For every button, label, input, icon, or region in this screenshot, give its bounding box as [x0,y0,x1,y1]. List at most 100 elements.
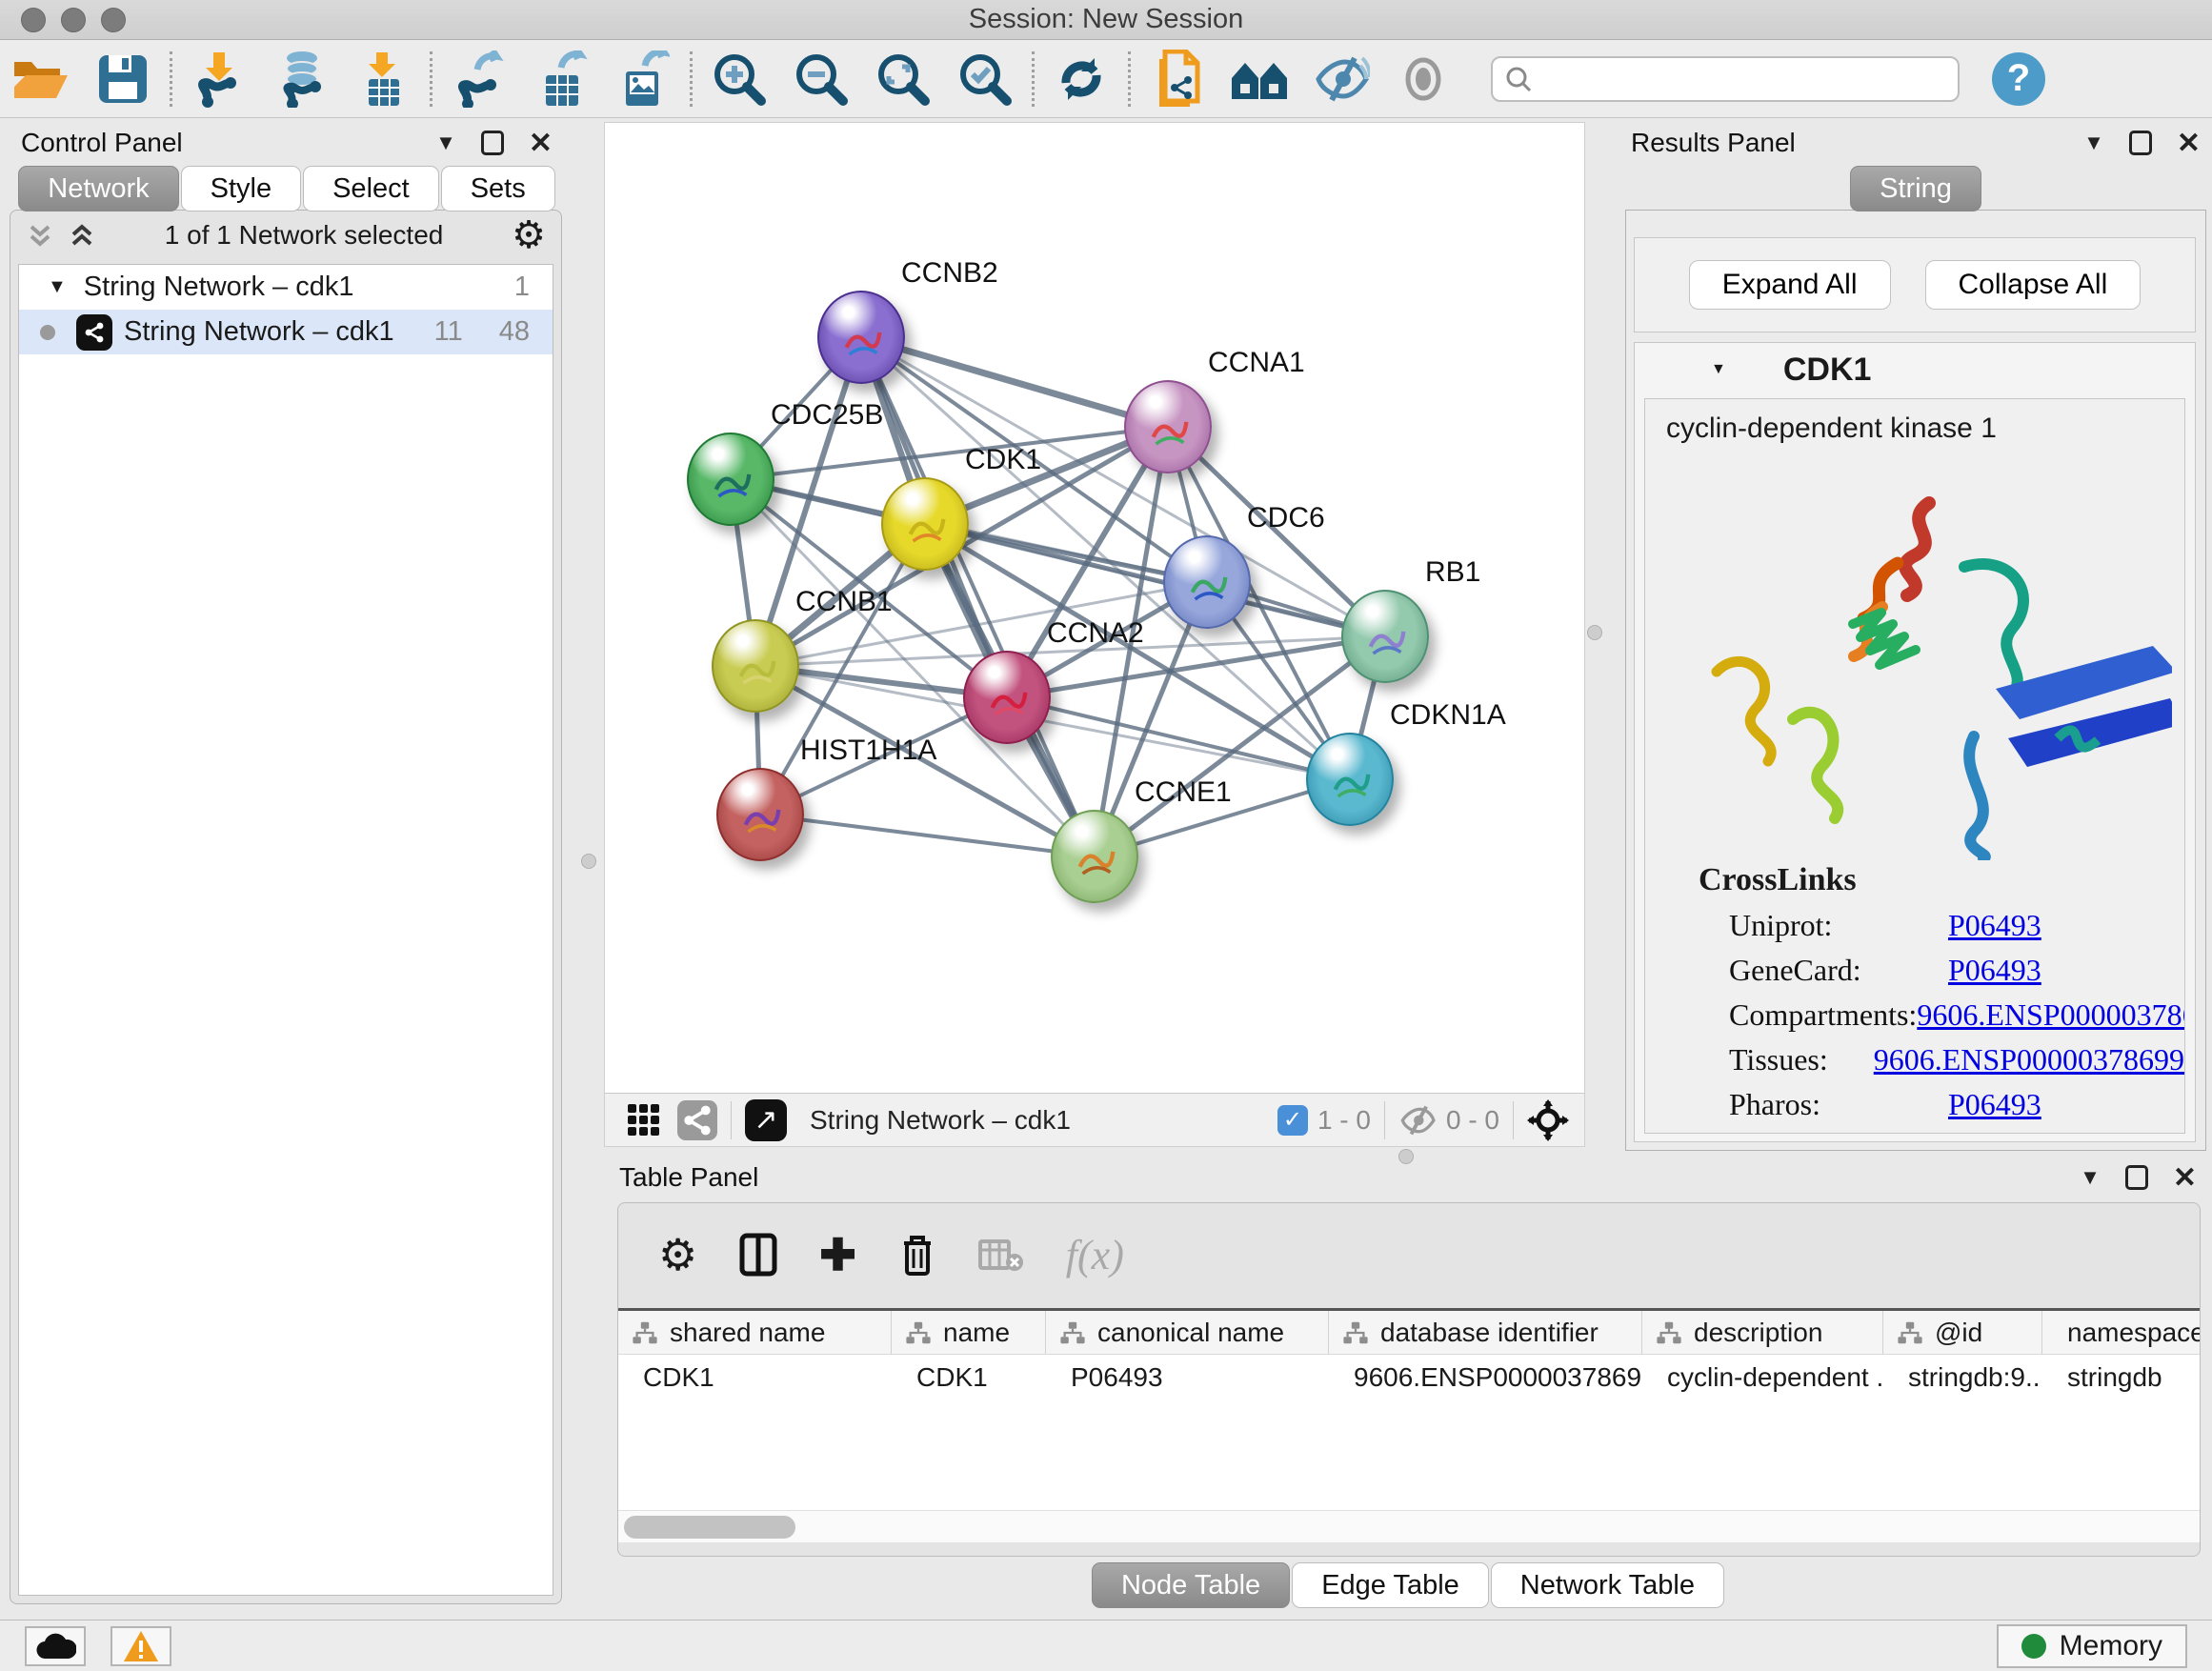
pan-crosshair-icon[interactable] [1527,1099,1569,1141]
column-header-@id[interactable]: @id [1883,1311,2042,1354]
table-panel-close-icon[interactable]: ✕ [2173,1161,2197,1195]
tab-edge-table[interactable]: Edge Table [1292,1562,1489,1608]
network-node-cdk1[interactable] [881,477,969,571]
network-node-ccnb2[interactable] [817,291,905,384]
crosslink-link[interactable]: 9606.ENSP00000378699 [1874,1042,2184,1077]
crosslink-link[interactable]: P06493 [1948,1087,2041,1122]
table-cell[interactable]: stringdb:9... [1883,1355,2042,1400]
network-node-cdkn1a[interactable] [1306,733,1394,826]
show-all-button[interactable] [1382,46,1464,112]
memory-button[interactable]: Memory [1997,1624,2187,1668]
tab-select[interactable]: Select [303,166,439,211]
table-cell[interactable]: P06493 [1046,1355,1329,1400]
network-node-hist1h1a[interactable] [716,768,804,861]
results-panel-close-icon[interactable]: ✕ [2177,127,2201,160]
horizontal-splitter-handle[interactable] [1398,1149,1414,1164]
left-splitter-handle[interactable] [581,854,596,869]
column-header-shared-name[interactable]: shared name [618,1311,892,1354]
column-header-description[interactable]: description [1642,1311,1883,1354]
network-canvas[interactable]: CCNB2CCNA1CDC25BCDK1CDC6RB1CCNB1CCNA2CDK… [605,123,1584,1093]
expand-all-networks-icon[interactable] [68,221,96,250]
zoom-selected-button[interactable] [944,46,1026,112]
results-panel-float-icon[interactable] [2129,131,2152,155]
table-options-gear-icon[interactable]: ⚙ [658,1229,697,1280]
export-network-button[interactable] [438,46,520,112]
network-node-ccne1[interactable] [1051,810,1138,903]
string-home-button[interactable] [1218,46,1300,112]
network-node-cdc6[interactable] [1163,535,1251,629]
show-columns-icon[interactable] [739,1233,777,1277]
search-input[interactable] [1533,64,1946,93]
network-row-selected[interactable]: String Network – cdk1 11 48 [19,310,553,354]
import-database-button[interactable] [260,46,342,112]
column-header-name[interactable]: name [892,1311,1046,1354]
export-image-button[interactable] [602,46,684,112]
column-header-canonical-name[interactable]: canonical name [1046,1311,1329,1354]
network-node-rb1[interactable] [1341,590,1429,683]
crosslink-link[interactable]: P06493 [1948,908,2041,943]
control-panel-close-icon[interactable]: ✕ [529,127,553,160]
table-panel-float-icon[interactable] [2125,1165,2148,1190]
right-splitter-handle[interactable] [1587,625,1602,640]
birds-eye-view-icon[interactable] [626,1102,662,1138]
tab-network-table[interactable]: Network Table [1491,1562,1724,1608]
column-header-namespace[interactable]: namespace [2042,1311,2201,1354]
string-import-button[interactable] [1136,46,1218,112]
table-panel-collapse-icon[interactable]: ▼ [2080,1165,2101,1190]
open-in-window-icon[interactable]: ↗ [745,1099,787,1141]
expand-all-button[interactable]: Expand All [1689,260,1891,310]
selected-checkbox-icon[interactable]: ✓ [1277,1105,1308,1136]
network-edge[interactable] [861,337,1168,427]
save-session-button[interactable] [82,46,164,112]
network-node-ccna1[interactable] [1124,380,1212,473]
zoom-fit-button[interactable] [862,46,944,112]
network-collection-row[interactable]: ▼ String Network – cdk1 1 [19,265,553,310]
network-edge[interactable] [760,815,1095,856]
network-options-gear-icon[interactable]: ⚙ [512,213,546,257]
hide-unhide-button[interactable] [1300,46,1382,112]
table-cell[interactable]: stringdb [2042,1355,2201,1400]
network-view-panel[interactable]: CCNB2CCNA1CDC25BCDK1CDC6RB1CCNB1CCNA2CDK… [604,122,1585,1147]
tab-style[interactable]: Style [181,166,301,211]
network-node-ccnb1[interactable] [712,619,799,713]
warnings-button[interactable] [111,1626,171,1666]
zoom-out-button[interactable] [780,46,862,112]
network-node-cdc25b[interactable] [687,433,774,526]
scrollbar-thumb[interactable] [624,1516,795,1539]
column-header-database-identifier[interactable]: database identifier [1329,1311,1642,1354]
zoom-in-button[interactable] [698,46,780,112]
card-collapse-icon[interactable]: ▼ [1711,361,1726,378]
export-table-button[interactable] [520,46,602,112]
table-row[interactable]: CDK1CDK1P064939606.ENSP00000378699cyclin… [618,1355,2200,1400]
network-node-ccna2[interactable] [963,651,1051,744]
import-table-button[interactable] [342,46,424,112]
tab-network[interactable]: Network [18,166,178,211]
help-button[interactable]: ? [1992,52,2045,106]
control-panel-collapse-icon[interactable]: ▼ [435,131,456,155]
cloud-status-button[interactable] [25,1626,86,1666]
crosslink-link[interactable]: P06493 [1948,953,2041,988]
protein-ribbon-thumb [1070,836,1123,886]
table-cell[interactable]: cyclin-dependent ... [1642,1355,1883,1400]
table-cell[interactable]: CDK1 [618,1355,892,1400]
open-session-button[interactable] [0,46,82,112]
results-panel-collapse-icon[interactable]: ▼ [2083,131,2104,155]
collection-expand-icon[interactable]: ▼ [48,276,67,298]
table-horizontal-scrollbar[interactable] [618,1510,2200,1542]
delete-column-icon[interactable] [898,1232,936,1278]
add-column-icon[interactable]: ✚ [819,1229,856,1280]
network-edge[interactable] [861,337,1095,856]
collapse-all-button[interactable]: Collapse All [1925,260,2142,310]
search-field[interactable] [1491,56,1960,102]
apply-layout-button[interactable] [1040,46,1122,112]
control-panel-float-icon[interactable] [481,131,504,155]
tab-sets[interactable]: Sets [441,166,555,211]
collapse-all-networks-icon[interactable] [26,221,54,250]
table-cell[interactable]: CDK1 [892,1355,1046,1400]
crosslink-link[interactable]: 9606.ENSP00000378699 [1917,997,2185,1033]
tab-string[interactable]: String [1850,166,1981,211]
tab-node-table[interactable]: Node Table [1092,1562,1290,1608]
table-cell[interactable]: 9606.ENSP00000378699 [1329,1355,1642,1400]
network-edge[interactable] [925,524,1385,636]
import-network-button[interactable] [178,46,260,112]
